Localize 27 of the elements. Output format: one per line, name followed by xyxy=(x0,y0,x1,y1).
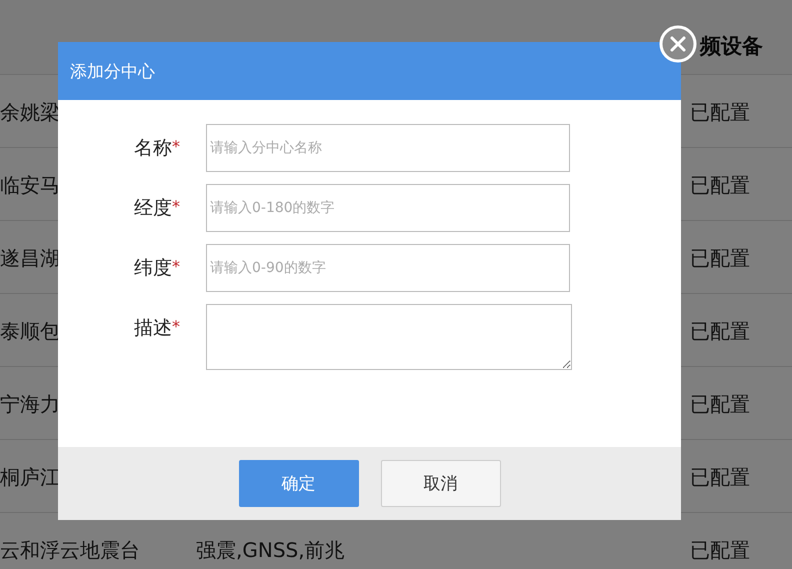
table-cell: 宁海力 xyxy=(0,391,60,418)
required-mark: * xyxy=(172,317,181,336)
table-cell: 已配置 xyxy=(690,245,750,272)
table-cell: 已配置 xyxy=(690,537,750,564)
table-cell: 桐庐江 xyxy=(0,464,60,491)
table-cell: 强震,GNSS,前兆 xyxy=(196,537,345,564)
field-label: 描述 xyxy=(133,316,172,341)
table-cell: 云和浮云地震台 xyxy=(0,537,140,564)
required-mark: * xyxy=(172,137,181,156)
table-cell: 已配置 xyxy=(690,464,750,491)
table-cell: 已配置 xyxy=(690,172,750,199)
input-field[interactable]: 请输入0-180的数字 xyxy=(206,184,570,232)
table-cell: 临安马 xyxy=(0,172,60,199)
input-field[interactable]: 请输入0-90的数字 xyxy=(206,244,570,292)
column-header: 频设备 xyxy=(700,33,763,60)
cancel-button[interactable]: 取消 xyxy=(380,460,500,507)
field-label: 名称 xyxy=(133,136,172,161)
table-cell: 余姚梁 xyxy=(0,99,60,126)
dialog-title: 添加分中心 xyxy=(70,60,155,82)
required-mark: * xyxy=(172,197,181,216)
required-mark: * xyxy=(172,257,181,276)
field-label: 纬度 xyxy=(133,256,172,281)
field-label: 经度 xyxy=(133,196,172,221)
input-field[interactable]: 请输入分中心名称 xyxy=(206,124,570,172)
table-cell: 已配置 xyxy=(690,99,750,126)
table-cell: 已配置 xyxy=(690,318,750,345)
table-cell: 已配置 xyxy=(690,391,750,418)
